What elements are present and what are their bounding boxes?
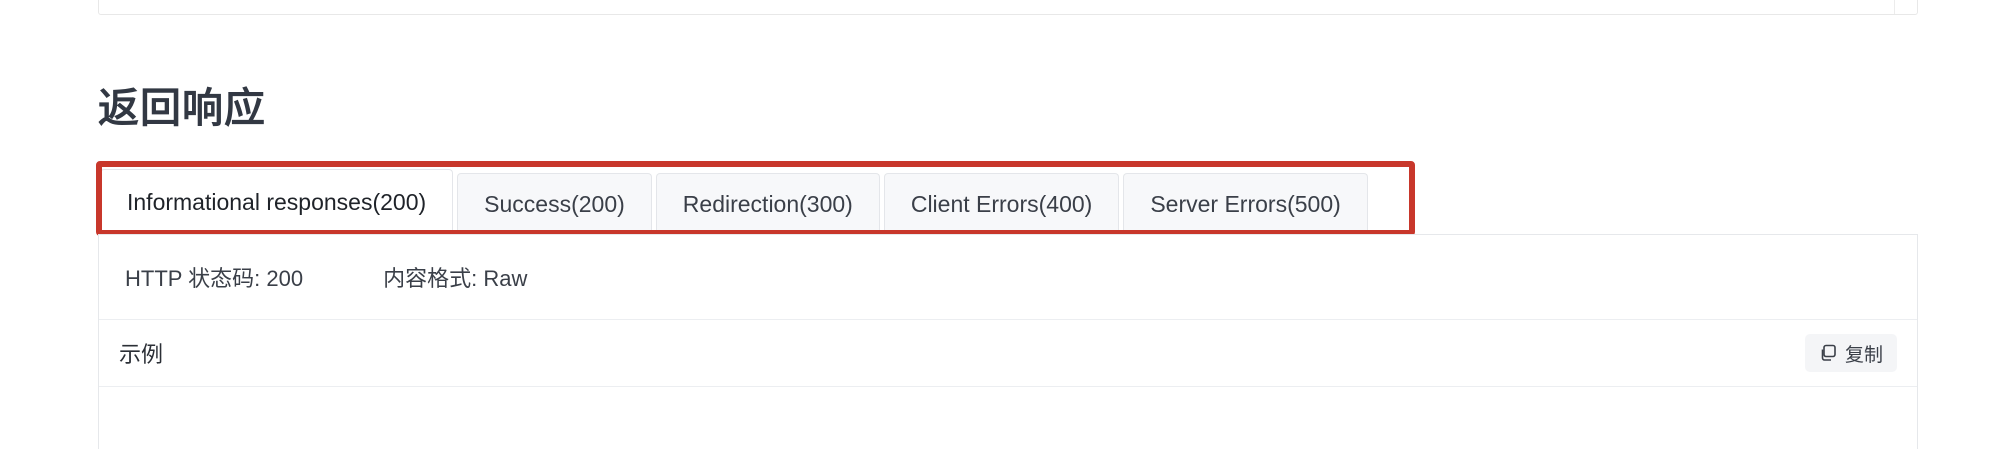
section-title: 返回响应 xyxy=(98,85,266,131)
content-format: 内容格式: Raw xyxy=(383,266,528,291)
copy-icon xyxy=(1819,344,1837,362)
example-label: 示例 xyxy=(119,342,164,367)
http-status-code: HTTP 状态码: 200 xyxy=(125,266,304,291)
scrollbar-stub xyxy=(1894,0,1917,14)
tab-server-errors[interactable]: Server Errors(500) xyxy=(1123,173,1368,235)
response-meta-row: HTTP 状态码: 200 内容格式: Raw xyxy=(99,235,1917,320)
tab-redirection[interactable]: Redirection(300) xyxy=(655,173,880,235)
tab-success[interactable]: Success(200) xyxy=(457,173,652,235)
previous-section-panel xyxy=(98,0,1918,15)
example-header: 示例 复制 xyxy=(99,320,1917,387)
response-tabs: Informational responses(200) Success(200… xyxy=(100,166,1368,235)
tab-informational-responses[interactable]: Informational responses(200) xyxy=(100,169,454,235)
copy-label: 复制 xyxy=(1844,344,1883,366)
tab-client-errors[interactable]: Client Errors(400) xyxy=(883,173,1120,235)
copy-button[interactable]: 复制 xyxy=(1804,334,1897,372)
response-panel: HTTP 状态码: 200 内容格式: Raw 示例 复制 xyxy=(98,234,1918,449)
